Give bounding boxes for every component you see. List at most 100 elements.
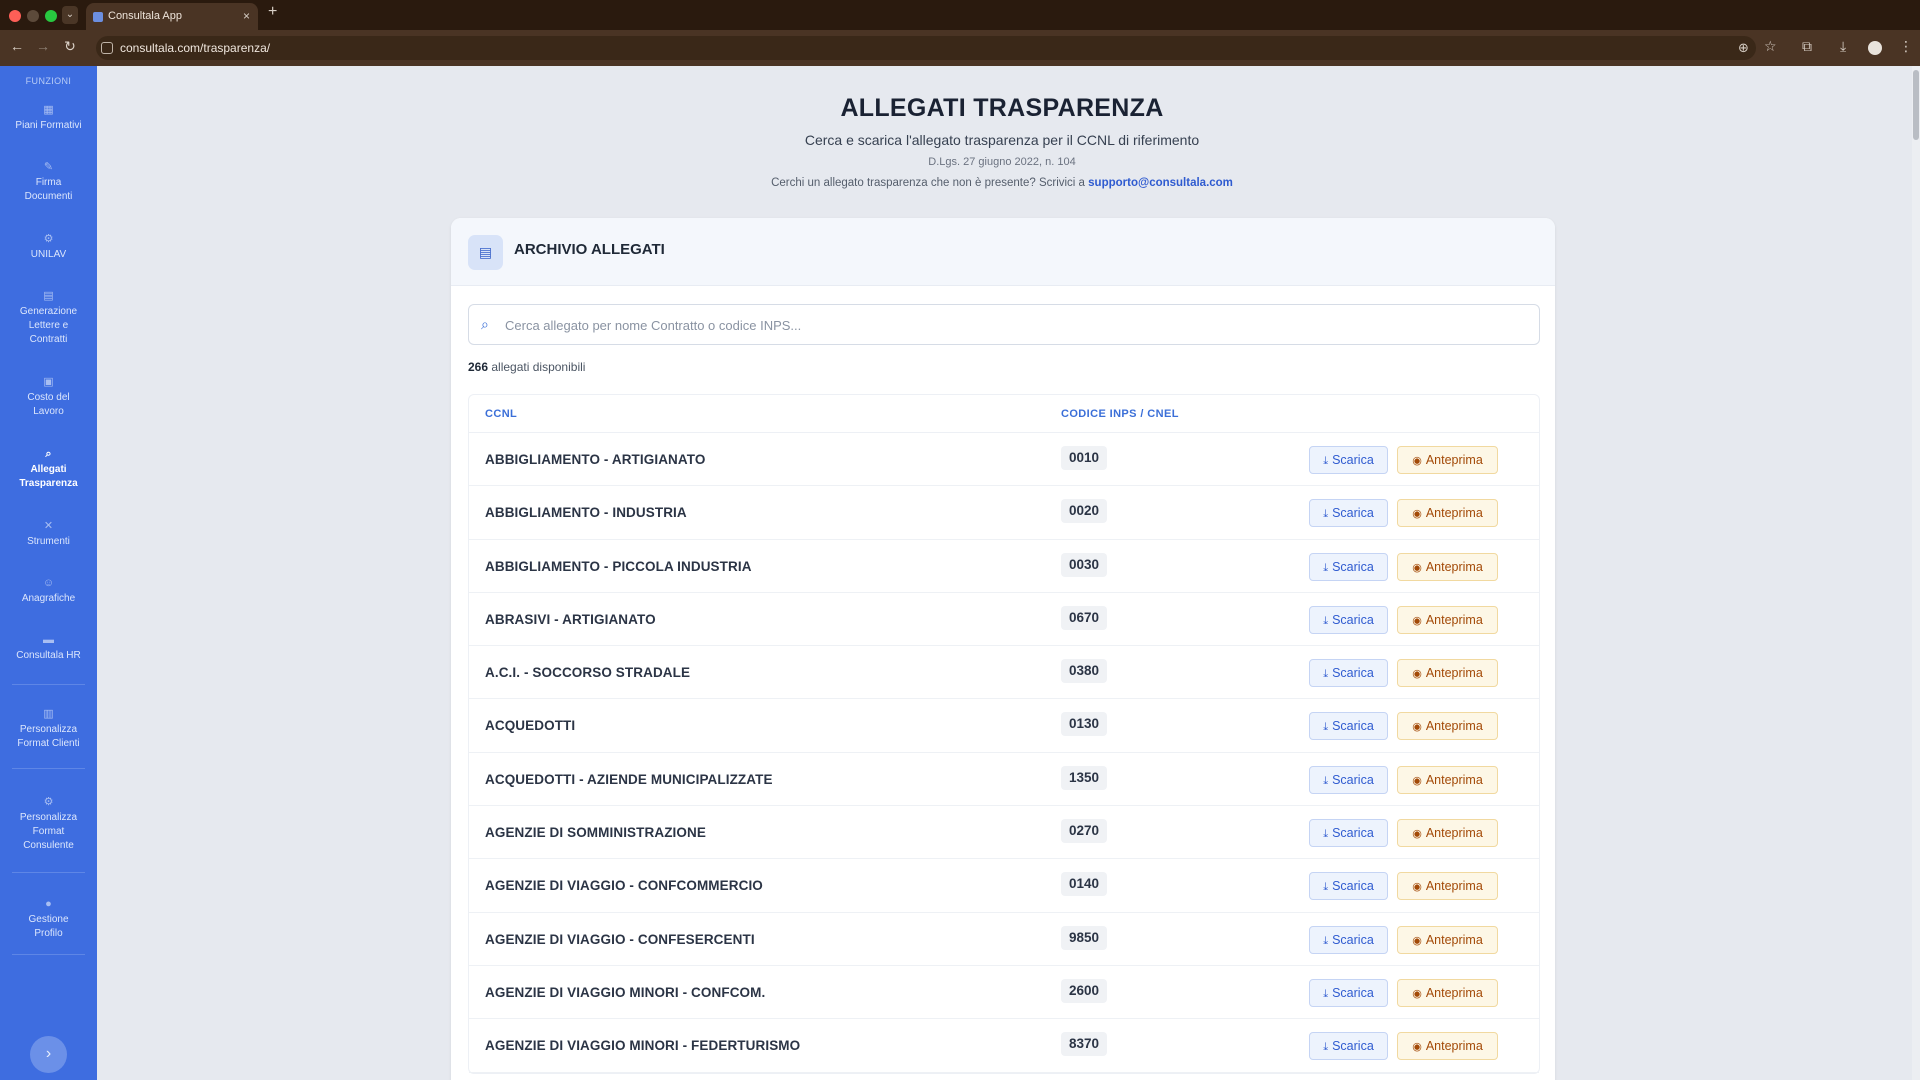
close-window-button[interactable] bbox=[9, 10, 21, 22]
sidebar-item-generazione-lettere[interactable]: ▤ Generazione Lettere e Contratti bbox=[0, 290, 97, 347]
column-header-code[interactable]: CODICE INPS / CNEL bbox=[1061, 408, 1179, 420]
sidebar-item-costo-del-lavoro[interactable]: ▣ Costo del Lavoro bbox=[0, 376, 97, 419]
help-text-label: Cerchi un allegato trasparenza che non è… bbox=[771, 177, 1085, 189]
download-label: Scarica bbox=[1332, 879, 1374, 894]
maximize-window-button[interactable] bbox=[45, 10, 57, 22]
preview-button[interactable]: ◉ Anteprima bbox=[1397, 819, 1498, 848]
sidebar-item-personalizza-format-clienti[interactable]: ▥ Personalizza Format Clienti bbox=[0, 708, 97, 751]
sidebar-item-firma-documenti[interactable]: ✎ Firma Documenti bbox=[0, 161, 97, 204]
table-row: A.C.I. - SOCCORSO STRADALE 0380 ⤓ Scarica ◉ A… bbox=[469, 646, 1539, 700]
eye-icon: ◉ bbox=[1412, 614, 1422, 627]
scrollbar-thumb[interactable] bbox=[1913, 70, 1919, 140]
search-box[interactable]: ⌕ bbox=[468, 304, 1540, 345]
preview-label: Anteprima bbox=[1425, 1039, 1483, 1054]
downloads-icon[interactable]: ⤓ bbox=[1840, 38, 1846, 55]
preview-button[interactable]: ◉ Anteprima bbox=[1397, 978, 1498, 1007]
search-input[interactable] bbox=[505, 313, 1525, 337]
table-row: AGENZIE DI SOMMINISTRAZIONE 0270 ⤓ Scarica ◉… bbox=[469, 806, 1539, 860]
sidebar-item-anagrafiche[interactable]: ☺ Anagrafiche bbox=[0, 577, 97, 606]
users-icon: ☺ bbox=[42, 577, 55, 589]
sidebar-item-personalizza-format-consulente[interactable]: ⚙ Personalizza Format Consulente bbox=[0, 796, 97, 853]
eye-icon: ◉ bbox=[1412, 934, 1422, 947]
inps-code-badge: 9850 bbox=[1061, 925, 1108, 950]
preview-button[interactable]: ◉ Anteprima bbox=[1397, 1032, 1498, 1061]
preview-button[interactable]: ◉ Anteprima bbox=[1397, 872, 1498, 901]
download-icon: ⤓ bbox=[1323, 561, 1329, 574]
preview-button[interactable]: ◉ Anteprima bbox=[1397, 446, 1498, 474]
sidebar-item-allegati-trasparenza[interactable]: ⌕ Allegati Trasparenza bbox=[0, 448, 97, 491]
eye-icon: ◉ bbox=[1412, 1041, 1422, 1054]
sidebar-item-consultala-hr[interactable]: ▬ Consultala HR bbox=[0, 634, 97, 663]
profile-avatar[interactable] bbox=[1868, 41, 1882, 55]
preview-button[interactable]: ◉ Anteprima bbox=[1397, 925, 1498, 954]
inps-code-badge: 0670 bbox=[1061, 605, 1108, 630]
preview-label: Anteprima bbox=[1425, 453, 1483, 467]
download-button[interactable]: ⤓ Scarica bbox=[1309, 605, 1388, 634]
folder-icon: ▬ bbox=[43, 634, 54, 646]
sidebar-item-label: Piani Formativi bbox=[15, 120, 82, 131]
support-email-link[interactable]: supporto@consultala.com bbox=[1088, 177, 1233, 189]
table-row: AGENZIE DI VIAGGIO - CONFCOMMERCIO 0140 ⤓ S… bbox=[469, 859, 1539, 913]
minimize-window-button[interactable] bbox=[27, 10, 39, 22]
page-scrollbar[interactable] bbox=[1912, 66, 1920, 1080]
bookmark-star-icon[interactable]: ☆ bbox=[1764, 38, 1777, 55]
sidebar-item-unilav[interactable]: ⚙ UNILAV bbox=[0, 233, 97, 262]
sidebar-item-gestione-profilo[interactable]: ● Gestione Profilo bbox=[0, 898, 97, 941]
sidebar-item-piani-formativi[interactable]: ▦ Piani Formativi bbox=[0, 104, 97, 133]
tab-search-button[interactable]: ⌄ bbox=[62, 6, 78, 24]
download-button[interactable]: ⤓ Scarica bbox=[1309, 552, 1388, 581]
preview-button[interactable]: ◉ Anteprima bbox=[1397, 552, 1498, 581]
download-label: Scarica bbox=[1332, 666, 1374, 681]
address-bar[interactable]: consultala.com/trasparenza/ ⊕ bbox=[96, 36, 1756, 60]
table-row: ACQUEDOTTI 0130 ⤓ Scarica ◉ Anteprima bbox=[469, 699, 1539, 753]
ccnl-name: ABRASIVI - ARTIGIANATO bbox=[485, 611, 656, 627]
sidebar-divider bbox=[12, 768, 85, 769]
column-header-ccnl[interactable]: CCNL bbox=[485, 408, 517, 420]
sidebar-item-label: Personalizza Format Clienti bbox=[17, 724, 80, 749]
download-label: Scarica bbox=[1332, 985, 1374, 1000]
preview-button[interactable]: ◉ Anteprima bbox=[1397, 712, 1498, 741]
browser-tab-active[interactable]: Consultala App × bbox=[86, 3, 258, 30]
browser-menu-icon[interactable]: ⋮ bbox=[1899, 38, 1913, 55]
ccnl-name: ABBIGLIAMENTO - INDUSTRIA bbox=[485, 505, 687, 521]
table-row: AGENZIE DI VIAGGIO MINORI - FEDERTURISMO… bbox=[469, 1019, 1539, 1073]
download-icon: ⤓ bbox=[1323, 455, 1329, 467]
download-button[interactable]: ⤓ Scarica bbox=[1309, 765, 1388, 794]
preview-button[interactable]: ◉ Anteprima bbox=[1397, 499, 1498, 528]
download-button[interactable]: ⤓ Scarica bbox=[1309, 1032, 1388, 1061]
download-button[interactable]: ⤓ Scarica bbox=[1309, 819, 1388, 848]
grid-icon: ▦ bbox=[43, 104, 54, 116]
preview-button[interactable]: ◉ Anteprima bbox=[1397, 605, 1498, 634]
sidebar-item-label: UNILAV bbox=[30, 249, 67, 260]
forward-button[interactable]: → bbox=[33, 38, 53, 54]
extensions-icon[interactable]: ⧉ bbox=[1802, 38, 1812, 55]
page-title: ALLEGATI TRASPARENZA bbox=[840, 94, 1164, 122]
preview-button[interactable]: ◉ Anteprima bbox=[1397, 659, 1498, 688]
pen-icon: ✎ bbox=[43, 161, 54, 173]
sidebar-item-strumenti[interactable]: ✕ Strumenti bbox=[0, 520, 97, 549]
download-icon: ⤓ bbox=[1323, 1041, 1329, 1054]
download-label: Scarica bbox=[1332, 1039, 1374, 1054]
download-button[interactable]: ⤓ Scarica bbox=[1309, 499, 1388, 528]
download-icon: ⤓ bbox=[1323, 934, 1329, 947]
preview-button[interactable]: ◉ Anteprima bbox=[1397, 765, 1498, 794]
table-row: ABBIGLIAMENTO - INDUSTRIA 0020 ⤓ Scarica ◉ An… bbox=[469, 486, 1539, 540]
tab-close-icon[interactable]: × bbox=[243, 3, 250, 30]
zoom-icon[interactable]: ⊕ bbox=[1738, 40, 1749, 56]
back-button[interactable]: ← bbox=[7, 38, 27, 54]
download-button[interactable]: ⤓ Scarica bbox=[1309, 925, 1388, 954]
sidebar-expand-button[interactable]: › bbox=[30, 1036, 67, 1073]
download-button[interactable]: ⤓ Scarica bbox=[1309, 872, 1388, 901]
download-button[interactable]: ⤓ Scarica bbox=[1309, 446, 1388, 474]
download-button[interactable]: ⤓ Scarica bbox=[1309, 712, 1388, 741]
preview-label: Anteprima bbox=[1425, 612, 1483, 627]
site-info-icon[interactable] bbox=[101, 42, 113, 54]
archive-table: CCNL CODICE INPS / CNEL ABBIGLIAMENTO - … bbox=[468, 394, 1540, 1074]
new-tab-button[interactable]: + bbox=[268, 3, 277, 21]
reload-button[interactable]: ↻ bbox=[60, 38, 80, 55]
download-button[interactable]: ⤓ Scarica bbox=[1309, 659, 1388, 688]
user-icon: ● bbox=[45, 898, 52, 910]
inps-code-badge: 0030 bbox=[1061, 552, 1108, 577]
download-button[interactable]: ⤓ Scarica bbox=[1309, 978, 1388, 1007]
browser-titlebar: ⌄ Consultala App × + bbox=[0, 0, 1920, 30]
